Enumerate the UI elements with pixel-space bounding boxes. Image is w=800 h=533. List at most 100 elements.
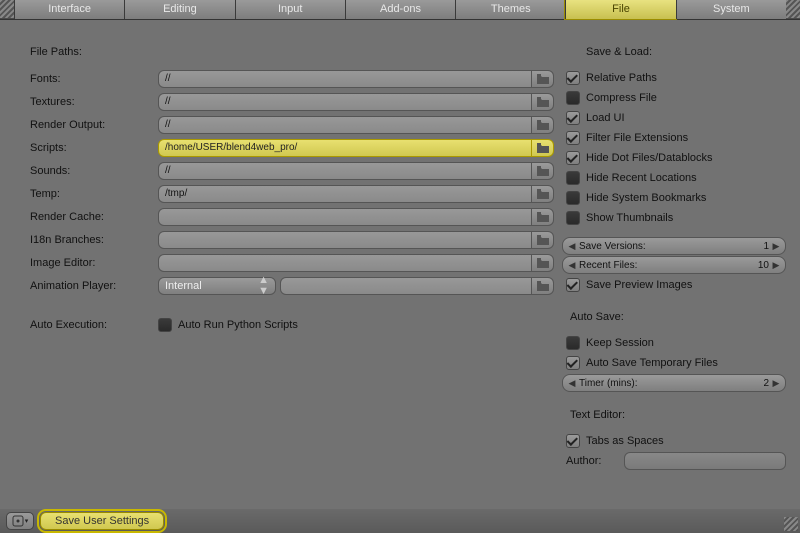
tabs-as-spaces-checkbox[interactable] <box>566 434 580 448</box>
author-input[interactable] <box>624 452 786 470</box>
auto-save-tmp-label: Auto Save Temporary Files <box>586 357 718 369</box>
save-preview-label: Save Preview Images <box>586 279 692 291</box>
chevron-left-icon: ◀ <box>567 378 577 389</box>
save-preview-checkbox[interactable] <box>566 278 580 292</box>
checkbox-label: Compress File <box>586 92 657 104</box>
folder-browse-button[interactable] <box>532 116 554 134</box>
footer-bar: ▾ Save User Settings <box>0 509 800 533</box>
folder-browse-button[interactable] <box>532 93 554 111</box>
path-label: I18n Branches: <box>14 234 158 246</box>
path-input[interactable]: // <box>158 70 532 88</box>
load-ui-checkbox[interactable] <box>566 111 580 125</box>
chevron-right-icon: ▶ <box>771 260 781 271</box>
checkbox-label: Show Thumbnails <box>586 212 673 224</box>
checkbox-label: Relative Paths <box>586 72 657 84</box>
folder-browse-button[interactable] <box>532 70 554 88</box>
auto-run-python-checkbox[interactable] <box>158 318 172 332</box>
preferences-tabs: InterfaceEditingInputAdd-onsThemesFileSy… <box>0 0 800 20</box>
animation-player-select[interactable]: Internal ▲▼ <box>158 277 276 295</box>
tab-file[interactable]: File <box>565 0 675 19</box>
path-label: Fonts: <box>14 73 158 85</box>
path-label: Image Editor: <box>14 257 158 269</box>
path-input[interactable]: // <box>158 116 532 134</box>
folder-browse-button[interactable] <box>532 208 554 226</box>
file-paths-title: File Paths: <box>14 46 554 58</box>
path-row-renderoutput: Render Output:// <box>14 114 554 136</box>
animation-player-browse[interactable] <box>532 277 554 295</box>
tab-input[interactable]: Input <box>235 0 345 19</box>
author-row: Author: <box>562 451 786 471</box>
auto-save-title: Auto Save: <box>562 311 786 323</box>
save-versions-field[interactable]: ◀ Save Versions: 1 ▶ <box>562 237 786 255</box>
checkbox-label: Filter File Extensions <box>586 132 688 144</box>
path-label: Render Output: <box>14 119 158 131</box>
path-row-i18nbranches: I18n Branches: <box>14 229 554 251</box>
hide-recent-locations-checkbox[interactable] <box>566 171 580 185</box>
timer-field[interactable]: ◀ Timer (mins): 2 ▶ <box>562 374 786 392</box>
path-row-imageeditor: Image Editor: <box>14 252 554 274</box>
left-column: File Paths: Fonts://Textures://Render Ou… <box>14 46 554 505</box>
chevron-left-icon: ◀ <box>567 260 577 271</box>
editor-type-button[interactable]: ▾ <box>6 512 34 530</box>
tabs-as-spaces-label: Tabs as Spaces <box>586 435 664 447</box>
author-label: Author: <box>566 455 618 467</box>
tab-themes[interactable]: Themes <box>455 0 565 19</box>
tab-interface[interactable]: Interface <box>14 0 124 19</box>
path-input[interactable] <box>158 254 532 272</box>
folder-browse-button[interactable] <box>532 139 554 157</box>
hide-dot-files-datablocks-checkbox[interactable] <box>566 151 580 165</box>
path-row-fonts: Fonts:// <box>14 68 554 90</box>
text-editor-title: Text Editor: <box>562 409 786 421</box>
checkbox-label: Hide Dot Files/Datablocks <box>586 152 713 164</box>
relative-paths-checkbox[interactable] <box>566 71 580 85</box>
tab-editing[interactable]: Editing <box>124 0 234 19</box>
chevron-right-icon: ▶ <box>771 241 781 252</box>
chevron-left-icon: ◀ <box>567 241 577 252</box>
auto-execution-row: Auto Execution: Auto Run Python Scripts <box>14 314 554 336</box>
folder-browse-button[interactable] <box>532 185 554 203</box>
checkbox-label: Hide Recent Locations <box>586 172 697 184</box>
file-preferences-content: File Paths: Fonts://Textures://Render Ou… <box>0 20 800 509</box>
path-label: Textures: <box>14 96 158 108</box>
updown-icon: ▲▼ <box>258 275 269 297</box>
folder-browse-button[interactable] <box>532 162 554 180</box>
keep-session-checkbox[interactable] <box>566 336 580 350</box>
filter-file-extensions-checkbox[interactable] <box>566 131 580 145</box>
path-row-rendercache: Render Cache: <box>14 206 554 228</box>
path-input[interactable]: /home/USER/blend4web_pro/ <box>158 139 532 157</box>
hide-system-bookmarks-checkbox[interactable] <box>566 191 580 205</box>
path-input[interactable] <box>158 231 532 249</box>
path-label: Render Cache: <box>14 211 158 223</box>
save-user-settings-button[interactable]: Save User Settings <box>40 512 164 530</box>
path-row-temp: Temp:/tmp/ <box>14 183 554 205</box>
keep-session-label: Keep Session <box>586 337 654 349</box>
path-input[interactable]: // <box>158 162 532 180</box>
folder-browse-button[interactable] <box>532 231 554 249</box>
animation-player-row: Animation Player: Internal ▲▼ <box>14 275 554 297</box>
checkbox-label: Load UI <box>586 112 625 124</box>
right-column: Save & Load: Relative Paths Compress File… <box>554 46 786 505</box>
animation-player-path[interactable] <box>280 277 532 295</box>
path-input[interactable]: /tmp/ <box>158 185 532 203</box>
recent-files-field[interactable]: ◀ Recent Files: 10 ▶ <box>562 256 786 274</box>
chevron-right-icon: ▶ <box>771 378 781 389</box>
path-label: Sounds: <box>14 165 158 177</box>
path-row-scripts: Scripts:/home/USER/blend4web_pro/ <box>14 137 554 159</box>
tab-system[interactable]: System <box>676 0 786 19</box>
folder-browse-button[interactable] <box>532 254 554 272</box>
auto-save-tmp-checkbox[interactable] <box>566 356 580 370</box>
auto-execution-label: Auto Execution: <box>14 319 158 331</box>
path-row-sounds: Sounds:// <box>14 160 554 182</box>
animation-player-label: Animation Player: <box>14 280 158 292</box>
show-thumbnails-checkbox[interactable] <box>566 211 580 225</box>
path-label: Scripts: <box>14 142 158 154</box>
auto-run-python-label: Auto Run Python Scripts <box>178 319 298 331</box>
path-input[interactable] <box>158 208 532 226</box>
path-input[interactable]: // <box>158 93 532 111</box>
save-load-title: Save & Load: <box>562 46 786 58</box>
path-row-textures: Textures:// <box>14 91 554 113</box>
path-label: Temp: <box>14 188 158 200</box>
tab-add-ons[interactable]: Add-ons <box>345 0 455 19</box>
checkbox-label: Hide System Bookmarks <box>586 192 706 204</box>
compress-file-checkbox[interactable] <box>566 91 580 105</box>
